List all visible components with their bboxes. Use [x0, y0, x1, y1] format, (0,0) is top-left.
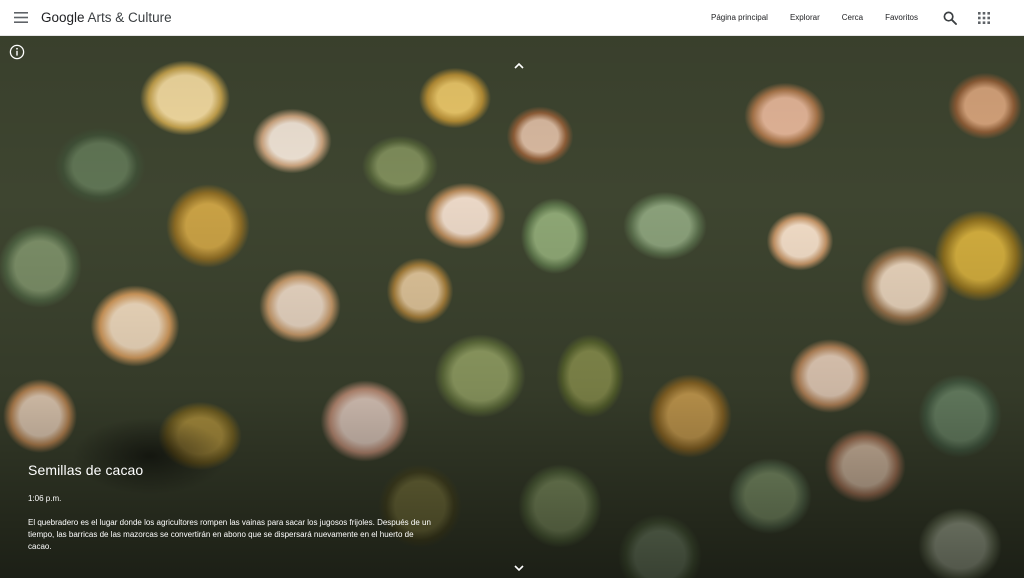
hamburger-menu-icon[interactable]	[11, 8, 31, 28]
nav-nearby[interactable]: Cerca	[842, 13, 863, 22]
chevron-down-icon[interactable]	[512, 560, 526, 572]
nav-explore[interactable]: Explorar	[790, 13, 820, 22]
top-app-bar: Google Arts & Culture Página principal E…	[0, 0, 1024, 36]
nav-home[interactable]: Página principal	[711, 13, 768, 22]
search-icon[interactable]	[940, 8, 960, 28]
hero-image-cacao-pods[interactable]: Semillas de cacao 1:06 p.m. El quebrader…	[0, 36, 1024, 578]
caption-title: Semillas de cacao	[28, 462, 144, 478]
logo-google-text: Google	[41, 10, 85, 25]
apps-grid-icon[interactable]	[974, 8, 994, 28]
logo-arts-culture-text: Arts & Culture	[84, 10, 172, 25]
main-nav: Página principal Explorar Cerca Favorito…	[711, 0, 1024, 36]
image-caption: Semillas de cacao 1:06 p.m. El quebrader…	[28, 462, 448, 553]
app-logo[interactable]: Google Arts & Culture	[41, 10, 172, 25]
nav-favorites[interactable]: Favoritos	[885, 13, 918, 22]
chevron-up-icon[interactable]	[512, 58, 526, 69]
caption-time: 1:06 p.m.	[28, 494, 62, 503]
info-icon[interactable]	[9, 44, 25, 60]
caption-description: El quebradero es el lugar donde los agri…	[28, 518, 431, 551]
